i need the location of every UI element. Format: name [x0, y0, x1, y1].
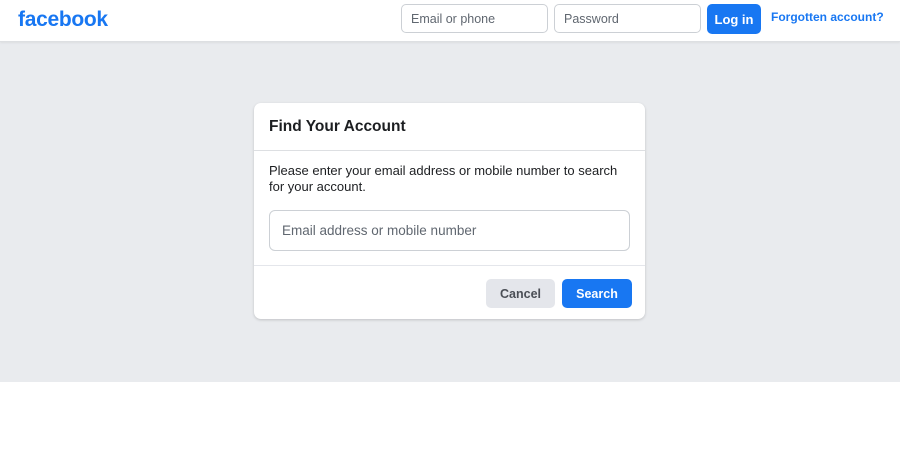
- instruction-text: Please enter your email address or mobil…: [269, 163, 618, 194]
- main-content-area: Find Your Account Please enter your emai…: [0, 41, 900, 382]
- forgotten-account-link[interactable]: Forgotten account?: [771, 10, 884, 24]
- find-account-card: Find Your Account Please enter your emai…: [254, 103, 645, 319]
- login-email-input[interactable]: [401, 4, 548, 33]
- search-button[interactable]: Search: [562, 279, 632, 308]
- card-header: Find Your Account: [254, 103, 645, 151]
- card-title: Find Your Account: [269, 118, 406, 135]
- page: facebook Log in Forgotten account? Find …: [0, 0, 900, 476]
- card-body: Please enter your email address or mobil…: [254, 151, 645, 266]
- email-or-mobile-input[interactable]: [269, 210, 630, 251]
- login-button[interactable]: Log in: [707, 4, 761, 34]
- facebook-logo[interactable]: facebook: [18, 6, 108, 34]
- login-password-input[interactable]: [554, 4, 701, 33]
- card-footer: Cancel Search: [254, 266, 645, 319]
- top-navigation-bar: facebook Log in Forgotten account?: [0, 0, 900, 42]
- cancel-button[interactable]: Cancel: [486, 279, 555, 308]
